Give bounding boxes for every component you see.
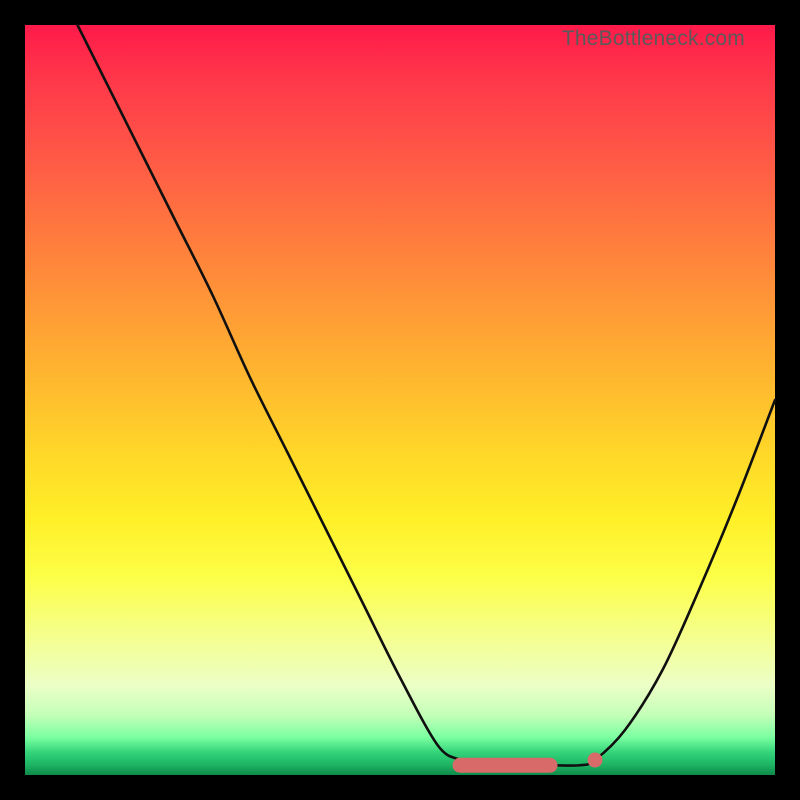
bottleneck-curve	[78, 25, 776, 766]
chart-plot-area: TheBottleneck.com	[25, 25, 775, 775]
chart-frame: TheBottleneck.com	[0, 0, 800, 800]
optimal-point-marker	[588, 753, 603, 768]
chart-overlay	[25, 25, 775, 775]
